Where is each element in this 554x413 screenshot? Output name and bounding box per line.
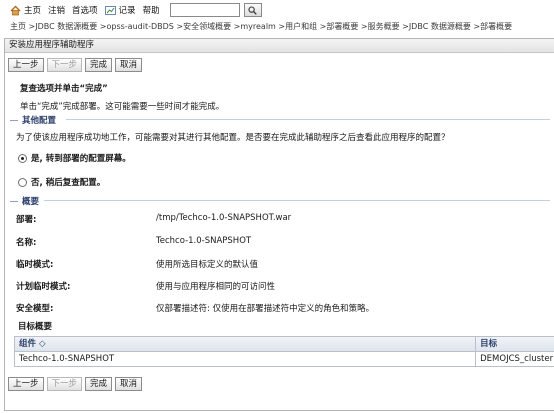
summary-header: 概要 (10, 195, 39, 207)
section-dash (10, 200, 18, 202)
cancel-button[interactable]: 取消 (115, 58, 143, 72)
section-dash (10, 119, 18, 121)
search-icon (248, 5, 257, 15)
summary-label-name: 名称: (16, 238, 37, 248)
home-link[interactable]: 主页 (10, 4, 41, 16)
home-icon (10, 5, 21, 15)
page-heading: 复查选项并单击“完成” (20, 84, 108, 94)
back-button-bottom[interactable]: 上一步 (8, 377, 44, 391)
other-config-header: 其他配置 (10, 114, 56, 126)
radio-review-later[interactable]: 否, 稍后复查配置。 (18, 176, 105, 188)
record-label: 记录 (118, 6, 136, 16)
help-link[interactable]: 帮助 (143, 4, 160, 16)
summary-label-plan-staging-mode: 计划临时模式: (16, 282, 71, 292)
table-cell-component: Techco-1.0-SNAPSHOT (15, 352, 477, 367)
preferences-label: 首选项 (72, 6, 98, 16)
radio-selected-indicator (18, 153, 27, 163)
finish-button-bottom[interactable]: 完成 (85, 377, 113, 391)
other-config-title: 其他配置 (22, 116, 57, 126)
record-link[interactable]: 记录 (104, 4, 136, 16)
target-table: 组件 ◇ 目标 Techco-1.0-SNAPSHOT DEMOJCS_clus… (14, 336, 554, 367)
back-button[interactable]: 上一步 (8, 58, 44, 72)
radio-goto-config[interactable]: 是, 转到部署的配置屏幕。 (18, 152, 131, 164)
table-row: Techco-1.0-SNAPSHOT DEMOJCS_cluster (15, 352, 554, 367)
cancel-button-bottom[interactable]: 取消 (115, 377, 143, 391)
summary-value-staging-mode: 使用所选目标定义的默认值 (156, 260, 259, 270)
column-header-component[interactable]: 组件 ◇ (15, 337, 477, 352)
record-icon (104, 5, 116, 15)
section-divider (44, 200, 550, 201)
table-cell-target: DEMOJCS_cluster (476, 352, 554, 367)
logout-label: 注销 (48, 6, 66, 16)
target-summary-label: 目标概要 (18, 322, 53, 332)
summary-label-staging-mode: 临时模式: (16, 260, 54, 270)
summary-value-plan-staging-mode: 使用与应用程序相同的可访问性 (156, 282, 276, 292)
table-header-row: 组件 ◇ 目标 (15, 337, 554, 352)
summary-label-deployment: 部署: (16, 215, 37, 225)
next-button-bottom[interactable]: 下一步 (46, 377, 83, 391)
summary-title: 概要 (22, 197, 40, 207)
breadcrumb[interactable]: 主页 >JDBC 数据源概要 >opss-audit-DBDS >安全领域概要 … (10, 21, 550, 34)
summary-value-name: Techco-1.0-SNAPSHOT (156, 236, 252, 246)
radio-review-later-label: 否, 稍后复查配置。 (31, 178, 106, 188)
preferences-link[interactable]: 首选项 (72, 4, 98, 16)
section-divider (66, 119, 550, 120)
summary-value-deployment: /tmp/Techco-1.0-SNAPSHOT.war (156, 213, 292, 223)
other-config-question: 为了使该应用程序成功地工作，可能需要对其进行其他配置。是否要在完成此辅助程序之后… (16, 133, 450, 143)
bottom-button-row: 上一步 下一步 完成 取消 (8, 377, 145, 391)
radio-unselected-indicator (18, 177, 27, 187)
column-header-target[interactable]: 目标 (476, 337, 554, 352)
radio-goto-config-label: 是, 转到部署的配置屏幕。 (31, 154, 131, 164)
top-toolbar: 主页 注销 首选项 记录 帮助 (0, 0, 554, 20)
summary-label-security-model: 安全模型: (16, 304, 54, 314)
logout-link[interactable]: 注销 (48, 4, 65, 16)
finish-button[interactable]: 完成 (85, 58, 113, 72)
next-button[interactable]: 下一步 (46, 58, 83, 72)
instruction-text: 单击“完成”完成部署。这可能需要一些时间才能完成。 (20, 102, 225, 112)
search-input[interactable] (169, 3, 240, 17)
top-button-row: 上一步 下一步 完成 取消 (8, 58, 145, 72)
help-label: 帮助 (142, 6, 160, 16)
search-button[interactable] (243, 3, 262, 17)
summary-value-security-model: 仅部署描述符: 仅使用在部署描述符中定义的角色和策略。 (156, 304, 375, 314)
panel-title: 安装应用程序辅助程序 (5, 39, 554, 53)
home-label: 主页 (24, 6, 42, 16)
